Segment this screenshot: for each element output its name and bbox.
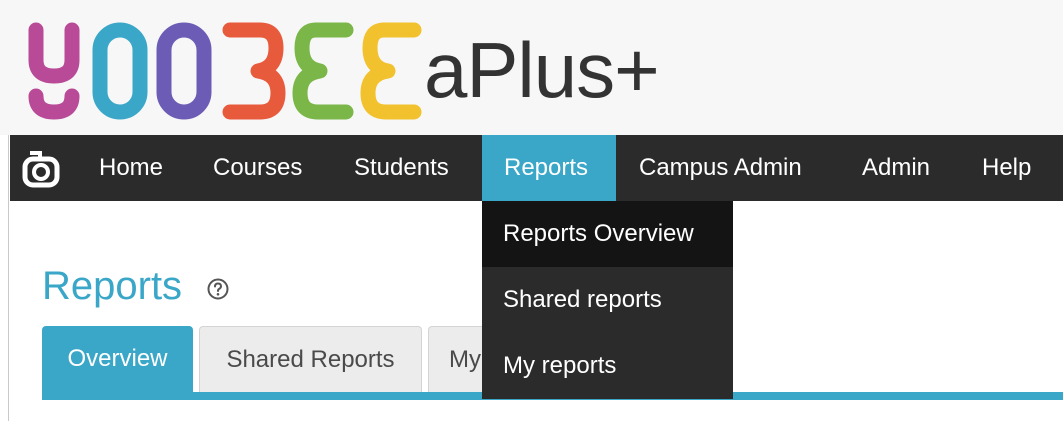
reports-dropdown-menu: Reports Overview Shared reports My repor… — [482, 201, 733, 399]
nav-students[interactable]: Students — [332, 135, 471, 201]
tab-shared-reports[interactable]: Shared Reports — [199, 326, 422, 392]
nav-home[interactable]: Home — [77, 135, 185, 201]
logo-text: aPlus+ — [424, 26, 660, 114]
page-title: Reports — [42, 264, 183, 308]
nav-courses[interactable]: Courses — [191, 135, 324, 201]
tab-overview[interactable]: Overview — [42, 326, 193, 392]
nav-admin[interactable]: Admin — [840, 135, 952, 201]
site-header: aPlus+ — [0, 0, 1063, 135]
menu-item-my-reports[interactable]: My reports — [482, 333, 733, 399]
menu-item-reports-overview[interactable]: Reports Overview — [482, 201, 733, 267]
camera-logo-icon[interactable] — [22, 147, 60, 189]
nav-campus-admin[interactable]: Campus Admin — [617, 135, 824, 201]
nav-reports[interactable]: Reports — [482, 135, 616, 201]
nav-help[interactable]: Help — [960, 135, 1053, 201]
main-navbar: Home Courses Students Reports Campus Adm… — [10, 135, 1063, 201]
yoobee-logo[interactable]: aPlus+ — [24, 18, 660, 122]
yoobee-wordmark-icon — [28, 22, 422, 120]
menu-item-shared-reports[interactable]: Shared reports — [482, 267, 733, 333]
question-circle-icon[interactable] — [207, 278, 229, 300]
